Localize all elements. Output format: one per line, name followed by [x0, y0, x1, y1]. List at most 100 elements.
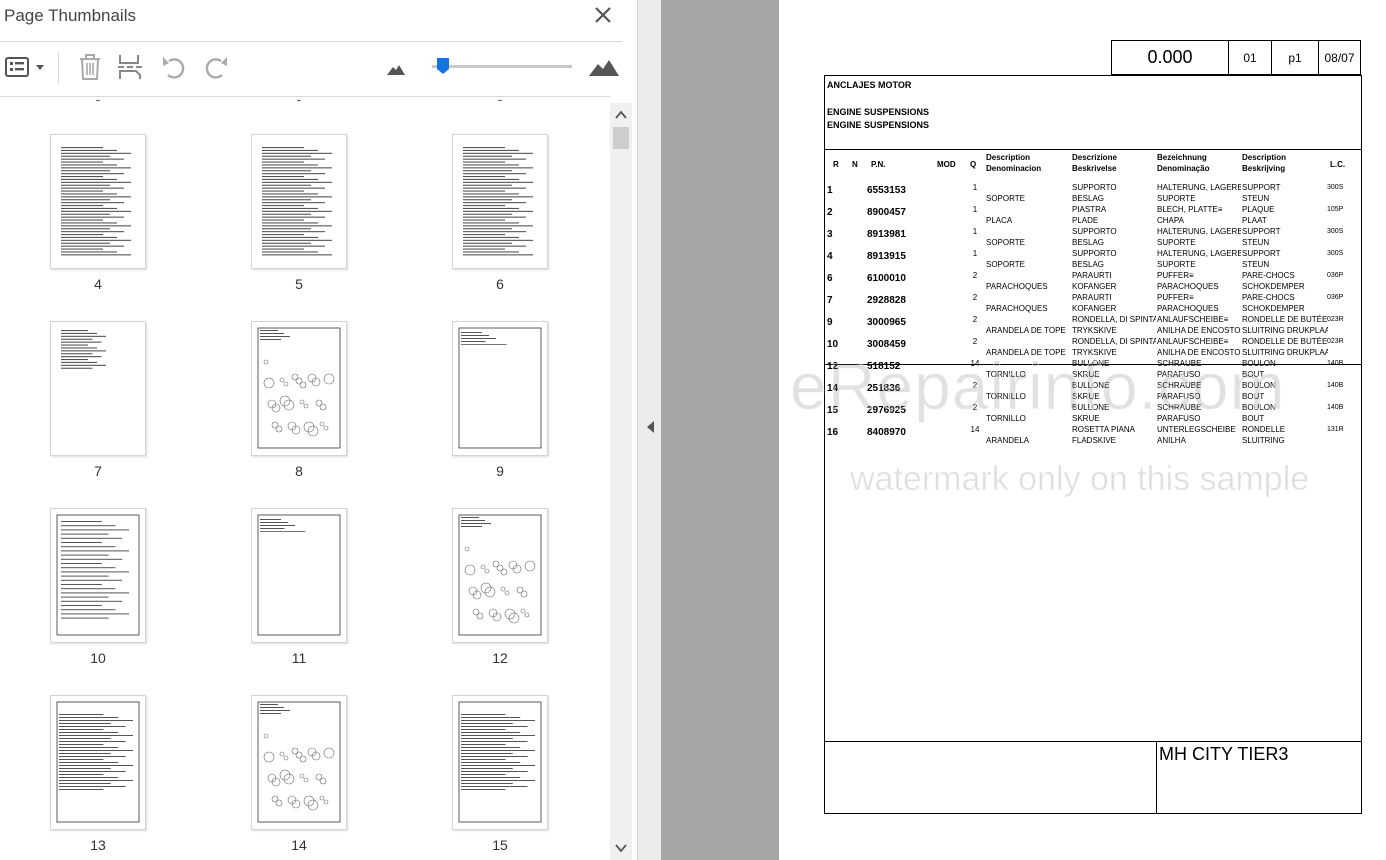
cell-lc: 036P	[1327, 272, 1344, 279]
cell-de1: HALTERUNG, LAGERBOCK	[1157, 249, 1241, 258]
panel-splitter[interactable]	[637, 0, 661, 860]
header-code: 01	[1229, 41, 1272, 74]
cell-fr1: PLAQUE	[1242, 205, 1275, 214]
toolbar-divider	[0, 41, 622, 42]
column-header-desc: Description Denominacion	[986, 153, 1042, 173]
cell-r: 2	[827, 207, 833, 218]
cell-de1: ANLAUFSCHEIBE≡	[1157, 315, 1229, 324]
page-thumbnail[interactable]	[50, 321, 146, 456]
close-icon[interactable]	[592, 4, 614, 26]
page-thumbnail[interactable]	[50, 508, 146, 643]
cell-lc: 140B	[1327, 382, 1344, 389]
thumbnail-preview	[257, 701, 341, 823]
cell-fr1: RONDELLE DE BUTÉE	[1242, 337, 1328, 346]
cell-pn: 8913981	[867, 229, 906, 240]
page-header-box: 0.000 01 p1 08/07	[1111, 40, 1361, 75]
document-gutter	[661, 0, 779, 860]
cell-lc: 036P	[1327, 294, 1344, 301]
cell-q: 1	[972, 205, 978, 214]
insert-pages-icon[interactable]	[116, 52, 146, 82]
thumbnail-preview	[56, 514, 140, 636]
cell-fr1: SUPPORT	[1242, 227, 1281, 236]
page-number-label: 5	[295, 276, 303, 292]
cell-fr1: RONDELLE	[1242, 425, 1286, 434]
page-thumbnail[interactable]	[251, 695, 347, 830]
cell-fr1: RONDELLE DE BUTÉE	[1242, 315, 1328, 324]
page-thumbnail[interactable]	[50, 134, 146, 269]
page-thumbnail[interactable]	[452, 508, 548, 643]
scroll-down-icon[interactable]	[610, 840, 632, 856]
cell-de1: ANLAUFSCHEIBE≡	[1157, 337, 1229, 346]
cell-r: 7	[827, 295, 833, 306]
table-row: 7 2928828 2 PARACHOQUES PARAURTI KOFANGER PUFF…	[825, 291, 1361, 313]
small-mountain-icon[interactable]	[385, 52, 407, 82]
page-number-label: 13	[90, 837, 106, 853]
column-header-fr: Description Beskrijving	[1242, 153, 1287, 173]
footer-rule	[825, 741, 1361, 742]
column-header-mod: MOD	[937, 160, 956, 169]
collapse-panel-icon[interactable]	[644, 419, 656, 435]
panel-title: Page Thumbnails	[4, 6, 136, 25]
table-row: 6 6100010 2 PARACHOQUES PARAURTI KOFANGER PUFF…	[825, 269, 1361, 291]
header-page: p1	[1272, 41, 1319, 74]
cell-lc: 140B	[1327, 404, 1344, 411]
table-row: 16 8408970 14 ARANDELA ROSETTA PIANA FLADSKIV…	[825, 423, 1361, 445]
toolbar-separator	[58, 52, 59, 84]
cell-lc: 131R	[1327, 426, 1344, 433]
cell-q: 14	[970, 425, 980, 434]
trash-icon[interactable]	[76, 52, 104, 82]
thumbnail-preview	[257, 514, 341, 636]
thumbnail-options-icon[interactable]	[4, 52, 46, 82]
cell-r: 9	[827, 317, 833, 328]
page-number-label: 12	[492, 650, 508, 666]
table-row: 1 6553153 1 SOPORTE SUPPORTO BESLAG HALTERUNG,…	[825, 181, 1361, 203]
cell-de2: ANILHA	[1157, 436, 1186, 445]
column-header-n: N	[852, 160, 858, 169]
large-mountain-icon[interactable]	[587, 52, 621, 82]
section-title: ENGINE SUSPENSIONS	[827, 107, 930, 117]
zoom-slider-track[interactable]	[432, 65, 572, 68]
zoom-slider-thumb[interactable]	[436, 57, 450, 75]
page-number-label: 14	[291, 837, 307, 853]
thumbnail-preview	[458, 701, 542, 823]
page-thumbnail[interactable]	[251, 321, 347, 456]
section-title: ANCLAJES MOTOR	[827, 80, 912, 90]
page-thumbnail[interactable]	[50, 695, 146, 830]
page-number-label: 15	[492, 837, 508, 853]
table-row: 3 8913981 1 SOPORTE SUPPORTO BESLAG HALTERUNG,…	[825, 225, 1361, 247]
cell-r: 16	[827, 427, 839, 438]
page-thumbnail[interactable]	[452, 134, 548, 269]
table-row: 2 8900457 1 PLACA PIASTRA PLADE BLECH, PLATTE≡…	[825, 203, 1361, 225]
rotate-counterclockwise-icon[interactable]	[160, 52, 190, 82]
cell-fr1: PARE-CHOCS	[1242, 293, 1295, 302]
scrollbar-thumb[interactable]	[613, 127, 629, 149]
thumbnail-preview	[61, 330, 106, 369]
page-thumbnail[interactable]	[452, 321, 548, 456]
cell-de1: BLECH, PLATTE≡	[1157, 205, 1223, 214]
thumbnail-scrollbar[interactable]	[610, 103, 632, 860]
page-thumbnail[interactable]	[251, 508, 347, 643]
cell-lc: 300S	[1327, 184, 1344, 191]
scroll-up-icon[interactable]	[610, 107, 632, 123]
thumbnail-preview	[257, 327, 341, 449]
cell-r: 3	[827, 229, 833, 240]
partial-page-label: -	[497, 97, 503, 107]
watermark-site: eRepairinfo.com	[790, 349, 1286, 424]
column-header-pn: P.N.	[871, 160, 886, 169]
section-title: ENGINE SUSPENSIONS	[827, 120, 930, 130]
page-thumbnail[interactable]	[251, 134, 347, 269]
page-number-label: 4	[94, 276, 102, 292]
rotate-clockwise-icon[interactable]	[200, 52, 230, 82]
cell-it1: PIASTRA	[1072, 205, 1107, 214]
partial-page-label: -	[296, 97, 302, 107]
cell-it1: RONDELLA, DI SPINTA	[1072, 337, 1156, 346]
header-rule	[825, 149, 1361, 150]
cell-it1: SUPPORTO	[1072, 227, 1117, 236]
page-thumbnail[interactable]	[452, 695, 548, 830]
cell-it1: SUPPORTO	[1072, 249, 1117, 258]
cell-lc: 023R	[1327, 338, 1344, 345]
cell-q: 2	[972, 337, 978, 346]
header-date: 08/07	[1324, 50, 1355, 65]
cell-lc: 300S	[1327, 250, 1344, 257]
cell-it1: SUPPORTO	[1072, 183, 1117, 192]
